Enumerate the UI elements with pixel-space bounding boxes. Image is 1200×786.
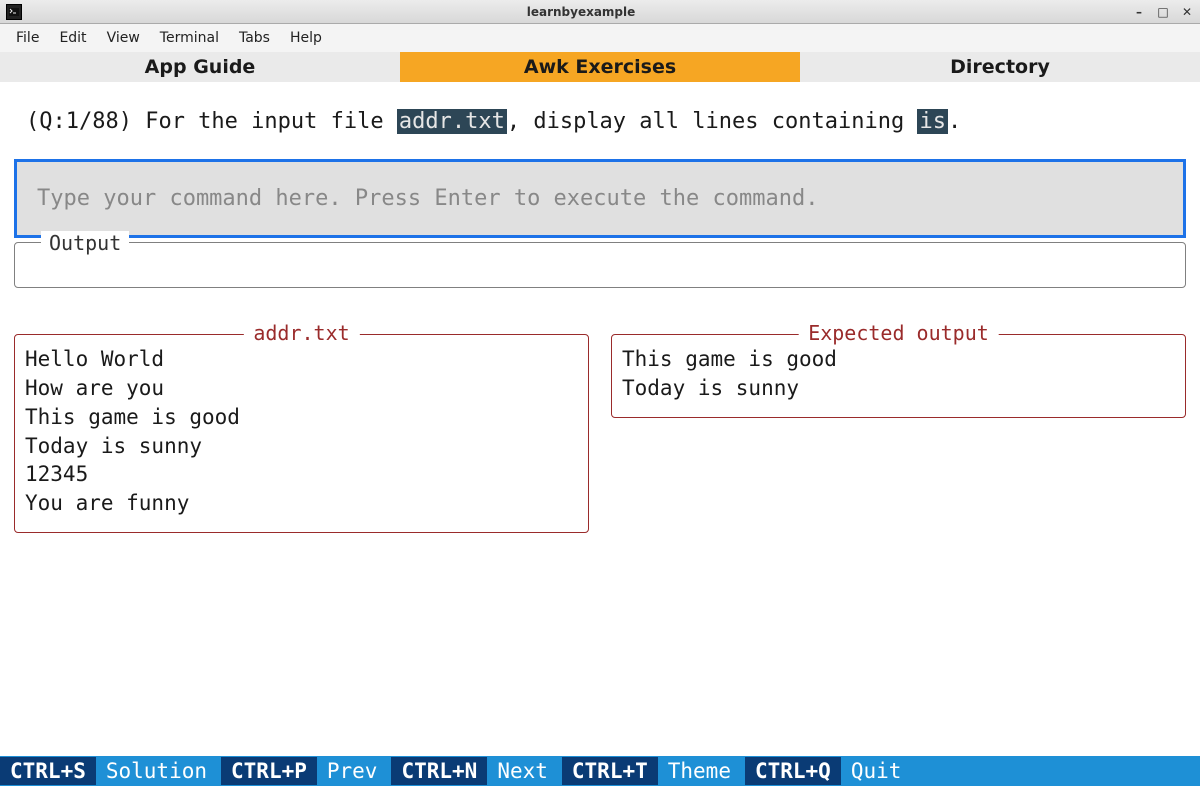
shortcut-label-prev: Prev — [317, 757, 392, 785]
window-titlebar: learnbyexample – □ ✕ — [0, 0, 1200, 24]
menu-view[interactable]: View — [99, 26, 148, 50]
question-code-pattern: is — [917, 109, 948, 134]
question-text: (Q:1/88) For the input file addr.txt, di… — [26, 108, 1180, 137]
expected-output-content: This game is good Today is sunny — [622, 345, 1175, 403]
content-area: (Q:1/88) For the input file addr.txt, di… — [0, 82, 1200, 756]
shortcut-key-solution[interactable]: CTRL+S — [0, 757, 96, 785]
output-content — [27, 259, 1173, 267]
tab-directory[interactable]: Directory — [800, 52, 1200, 82]
shortcut-label-theme: Theme — [658, 757, 745, 785]
shortcut-label-solution: Solution — [96, 757, 221, 785]
question-suffix: . — [948, 109, 961, 134]
shortcut-label-next: Next — [487, 757, 562, 785]
maximize-button[interactable]: □ — [1156, 5, 1170, 19]
close-button[interactable]: ✕ — [1180, 5, 1194, 19]
shortcut-label-quit: Quit — [841, 757, 916, 785]
input-file-content: Hello World How are you This game is goo… — [25, 345, 578, 519]
shortcut-key-next[interactable]: CTRL+N — [391, 757, 487, 785]
question-mid: , display all lines containing — [507, 109, 918, 134]
window-title: learnbyexample — [30, 5, 1132, 19]
question-code-filename: addr.txt — [397, 109, 507, 134]
menu-file[interactable]: File — [8, 26, 47, 50]
menu-edit[interactable]: Edit — [51, 26, 94, 50]
tab-app-guide[interactable]: App Guide — [0, 52, 400, 82]
menu-help[interactable]: Help — [282, 26, 330, 50]
panels-row: addr.txt Hello World How are you This ga… — [14, 334, 1186, 534]
footer-shortcuts: CTRL+S Solution CTRL+P Prev CTRL+N Next … — [0, 756, 1200, 786]
output-label: Output — [41, 231, 129, 255]
shortcut-key-prev[interactable]: CTRL+P — [221, 757, 317, 785]
question-prefix: (Q:1/88) For the input file — [26, 109, 397, 134]
expected-output-title: Expected output — [798, 321, 999, 345]
command-input[interactable]: Type your command here. Press Enter to e… — [14, 159, 1186, 238]
input-file-title: addr.txt — [243, 321, 359, 345]
input-file-panel: addr.txt Hello World How are you This ga… — [14, 334, 589, 534]
terminal-app-icon — [6, 4, 22, 20]
output-panel: Output — [14, 242, 1186, 288]
command-input-placeholder: Type your command here. Press Enter to e… — [37, 186, 1163, 211]
minimize-button[interactable]: – — [1132, 5, 1146, 19]
tabs-row: App Guide Awk Exercises Directory — [0, 52, 1200, 82]
menu-terminal[interactable]: Terminal — [152, 26, 227, 50]
menubar: File Edit View Terminal Tabs Help — [0, 24, 1200, 52]
expected-output-panel: Expected output This game is good Today … — [611, 334, 1186, 418]
tab-awk-exercises[interactable]: Awk Exercises — [400, 52, 800, 82]
shortcut-key-theme[interactable]: CTRL+T — [562, 757, 658, 785]
app-body: App Guide Awk Exercises Directory (Q:1/8… — [0, 52, 1200, 786]
shortcut-key-quit[interactable]: CTRL+Q — [745, 757, 841, 785]
menu-tabs[interactable]: Tabs — [231, 26, 278, 50]
